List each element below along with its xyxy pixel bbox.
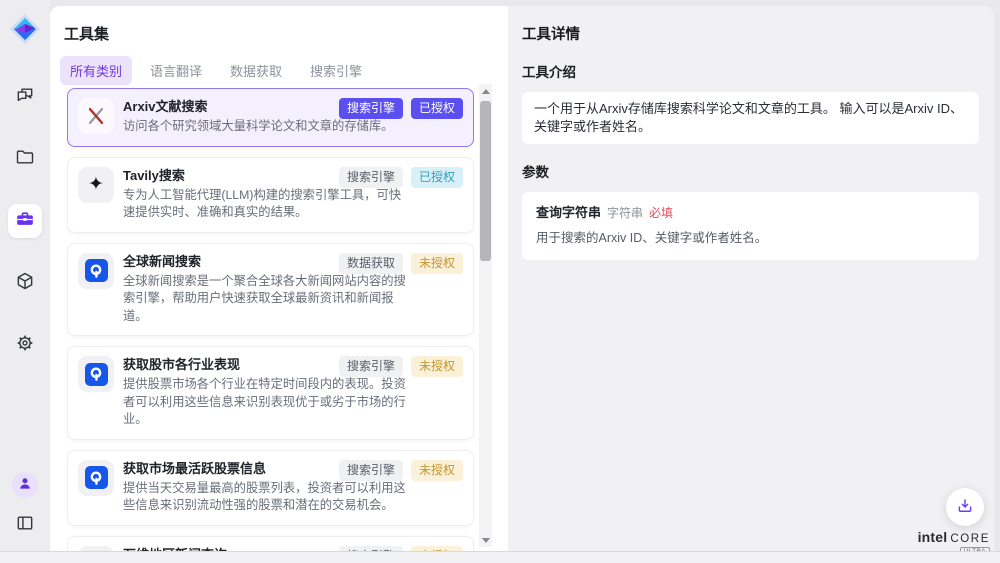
download-icon — [956, 497, 974, 518]
arxiv-x-icon — [78, 98, 114, 134]
parameter-type: 字符串 — [607, 206, 643, 220]
tool-description: 提供股票市场各个行业在特定时间段内的表现。投资者可以利用这些信息来识别表现优于或… — [123, 376, 409, 429]
status-badge: 未授权 — [411, 253, 463, 274]
tool-badges: 搜索引擎未授权 — [339, 460, 463, 481]
tool-card[interactable]: 获取市场最活跃股票信息提供当天交易量最高的股票列表，投资者可以利用这些信息来识别… — [67, 450, 474, 526]
list-scrollbar[interactable] — [479, 84, 492, 547]
core-wordmark: core — [950, 534, 990, 546]
tool-list: Arxiv文献搜索访问各个研究领域大量科学论文和文章的存储库。搜索引擎已授权 ✦T… — [67, 88, 474, 552]
tool-card[interactable]: 全球新闻搜索全球新闻搜索是一个聚合全球各大新闻网站内容的搜索引擎，帮助用户快速获… — [67, 243, 474, 337]
juhe-q-icon — [78, 253, 114, 289]
tool-badges: 搜索引擎已授权 — [339, 98, 463, 119]
toolset-title: 工具集 — [64, 23, 109, 44]
status-badge: 已授权 — [411, 98, 463, 119]
sidebar-item-chat[interactable] — [8, 80, 42, 114]
detail-title: 工具详情 — [522, 23, 979, 44]
scroll-down-button[interactable] — [479, 533, 492, 547]
status-badge: 未授权 — [411, 460, 463, 481]
tool-description: 全球新闻搜索是一个聚合全球各大新闻网站内容的搜索引擎，帮助用户快速获取全球最新资… — [123, 273, 409, 326]
download-button[interactable] — [946, 488, 984, 526]
status-badge: 未授权 — [411, 356, 463, 377]
toolbox-icon — [15, 209, 35, 234]
sidebar-item-files[interactable] — [8, 142, 42, 176]
triangle-down-icon — [482, 538, 490, 543]
app-window: 工具集 所有类别语言翻译数据获取搜索引擎 Arxiv文献搜索访问各个研究领域大量… — [0, 0, 1000, 563]
tool-badges: 搜索引擎已授权 — [339, 167, 463, 188]
sidebar-nav — [0, 80, 50, 362]
juhe-q-icon — [78, 460, 114, 496]
tool-description: 提供当天交易量最高的股票列表，投资者可以利用这些信息来识别流动性强的股票和潜在的… — [123, 480, 409, 515]
juhe-q-icon — [78, 356, 114, 392]
tool-card[interactable]: 获取股市各行业表现提供股票市场各个行业在特定时间段内的表现。投资者可以利用这些信… — [67, 346, 474, 440]
category-badge: 搜索引擎 — [339, 460, 403, 481]
tool-detail-panel: 工具详情 工具介绍 一个用于从Arxiv存储库搜索科学论文和文章的工具。 输入可… — [508, 6, 994, 552]
tool-description: 访问各个研究领域大量科学论文和文章的存储库。 — [123, 118, 409, 136]
category-badge: 数据获取 — [339, 253, 403, 274]
sidebar-bottom — [0, 472, 50, 538]
scroll-up-button[interactable] — [479, 84, 492, 98]
window-bottom-edge — [0, 551, 1000, 563]
sidebar — [0, 0, 50, 552]
params-heading: 参数 — [522, 161, 979, 181]
status-badge: 已授权 — [411, 167, 463, 188]
category-tab[interactable]: 所有类别 — [60, 56, 132, 85]
category-tab[interactable]: 搜索引擎 — [300, 56, 372, 85]
tool-card[interactable]: ✦Tavily搜索专为人工智能代理(LLM)构建的搜索引擎工具，可快速提供实时、… — [67, 157, 474, 233]
tool-card[interactable]: 万维地区新闻查询查询具体行政区划内的新闻，快速了解各地新闻动搜索引擎未授权 — [67, 536, 474, 553]
category-tab[interactable]: 数据获取 — [220, 56, 292, 85]
tool-description: 专为人工智能代理(LLM)构建的搜索引擎工具，可快速提供实时、准确和真实的结果。 — [123, 187, 409, 222]
triangle-up-icon — [482, 89, 490, 94]
parameter-description: 用于搜索的Arxiv ID、关键字或作者姓名。 — [536, 229, 965, 247]
folder-icon — [15, 147, 35, 172]
sidebar-item-settings[interactable] — [8, 328, 42, 362]
parameter-name: 查询字符串 — [536, 205, 601, 220]
tavily-star-icon: ✦ — [78, 167, 114, 203]
tool-badges: 搜索引擎未授权 — [339, 356, 463, 377]
parameter-header: 查询字符串字符串必填 — [536, 204, 965, 222]
parameter-required-badge: 必填 — [649, 206, 673, 220]
tool-badges: 数据获取未授权 — [339, 253, 463, 274]
cube-icon — [15, 271, 35, 296]
scrollbar-thumb[interactable] — [480, 101, 491, 261]
user-avatar[interactable] — [12, 472, 38, 498]
intro-heading: 工具介绍 — [522, 61, 979, 81]
category-tab[interactable]: 语言翻译 — [140, 56, 212, 85]
category-badge: 搜索引擎 — [339, 167, 403, 188]
sidebar-item-models[interactable] — [8, 266, 42, 300]
parameter-card: 查询字符串字符串必填 用于搜索的Arxiv ID、关键字或作者姓名。 — [522, 192, 979, 260]
user-avatar-icon — [17, 475, 33, 496]
intel-wordmark: intel — [918, 530, 948, 544]
toolset-panel: 工具集 所有类别语言翻译数据获取搜索引擎 Arxiv文献搜索访问各个研究领域大量… — [50, 6, 508, 552]
collapse-sidebar-button[interactable] — [12, 512, 38, 538]
category-badge: 搜索引擎 — [339, 356, 403, 377]
intro-text: 一个用于从Arxiv存储库搜索科学论文和文章的工具。 输入可以是Arxiv ID… — [522, 92, 979, 144]
category-tabs: 所有类别语言翻译数据获取搜索引擎 — [60, 56, 372, 85]
app-logo-icon — [9, 13, 41, 45]
chat-icon — [15, 85, 35, 110]
tool-card[interactable]: Arxiv文献搜索访问各个研究领域大量科学论文和文章的存储库。搜索引擎已授权 — [67, 88, 474, 147]
category-badge: 搜索引擎 — [339, 98, 403, 119]
gear-icon — [15, 333, 35, 358]
collapse-panel-icon — [15, 513, 35, 538]
sidebar-item-tools[interactable] — [8, 204, 42, 238]
